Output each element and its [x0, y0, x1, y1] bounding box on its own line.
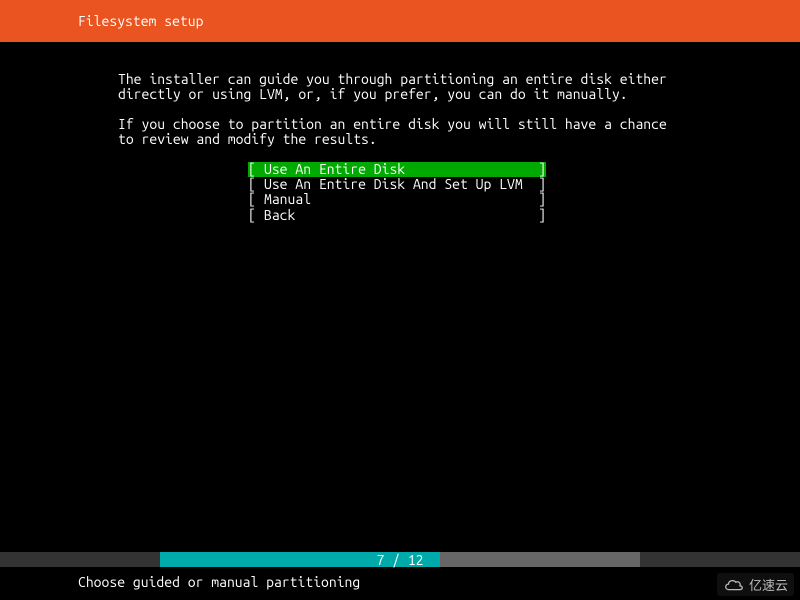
progress-bar: 7 / 12	[0, 552, 800, 567]
description-paragraph-1: The installer can guide you through part…	[118, 72, 700, 103]
option-manual[interactable]: [ Manual ]	[248, 192, 546, 207]
bracket-left: [	[248, 162, 264, 177]
option-label: Back	[264, 208, 530, 223]
bracket-left: [	[248, 177, 264, 192]
option-label: Use An Entire Disk	[264, 162, 530, 177]
option-use-entire-disk-lvm[interactable]: [ Use An Entire Disk And Set Up LVM ]	[248, 177, 546, 192]
cloud-icon	[723, 577, 745, 593]
watermark-text: 亿速云	[749, 575, 788, 594]
bracket-right: ]	[530, 208, 546, 223]
option-label: Use An Entire Disk And Set Up LVM	[264, 177, 530, 192]
footer-hint: Choose guided or manual partitioning	[78, 574, 360, 590]
watermark: 亿速云	[717, 573, 794, 596]
bracket-right: ]	[530, 162, 546, 177]
bracket-left: [	[248, 208, 264, 223]
option-back[interactable]: [ Back ]	[248, 208, 546, 223]
bracket-right: ]	[530, 192, 546, 207]
page-title: Filesystem setup	[78, 13, 203, 29]
option-use-entire-disk[interactable]: [ Use An Entire Disk ]	[248, 162, 546, 177]
options-menu: [ Use An Entire Disk ] [ Use An Entire D…	[248, 162, 546, 224]
bracket-right: ]	[530, 177, 546, 192]
content-area: The installer can guide you through part…	[0, 42, 800, 223]
option-label: Manual	[264, 192, 530, 207]
progress-text: 7 / 12	[0, 552, 800, 568]
description-paragraph-2: If you choose to partition an entire dis…	[118, 117, 700, 148]
header-bar: Filesystem setup	[0, 0, 800, 42]
bracket-left: [	[248, 192, 264, 207]
